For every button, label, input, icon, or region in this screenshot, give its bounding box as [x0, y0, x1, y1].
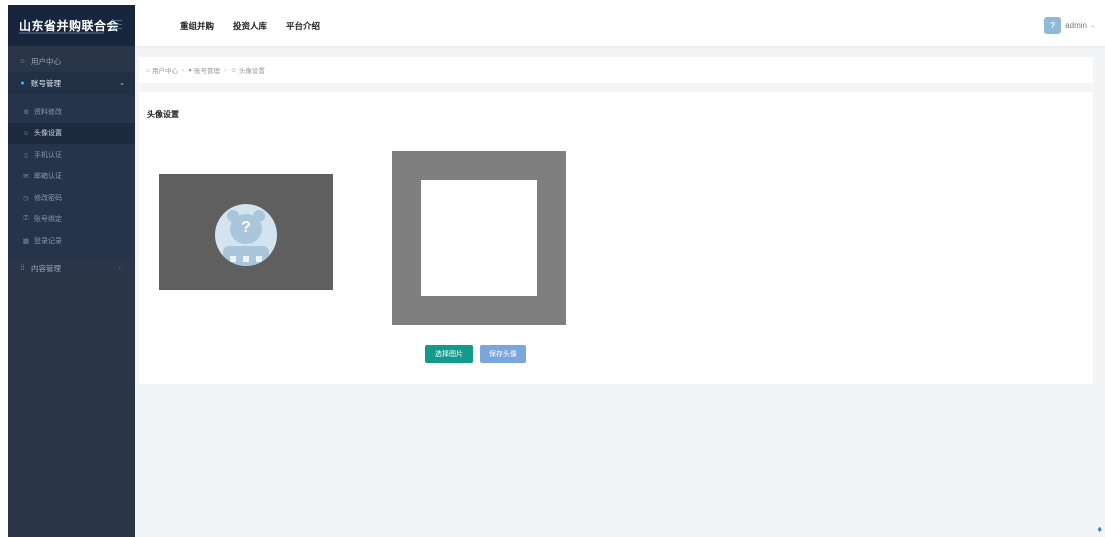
user-icon: ● [20, 80, 25, 87]
sidebar-item-content-mgmt[interactable]: ⁞⁞ 内容管理 ‹ [8, 258, 135, 280]
account-submenu: ⚙ 资料修改 ☺ 头像设置 ▯ 手机认证 ✉ 邮箱认证 ◷ 修改密码 ⚿ 账号绑… [8, 95, 135, 258]
breadcrumb: ⌂ 用户中心 › ● 账号管理 › ☺ 头像设置 [139, 57, 1093, 83]
sidebar-item-label: 账号绑定 [34, 216, 62, 224]
smile-icon: ☺ [22, 129, 30, 137]
chevron-down-icon: ⌄ [1089, 23, 1095, 29]
calendar-icon: ▦ [22, 237, 30, 245]
sidebar-item-label: 登录记录 [34, 237, 62, 245]
smile-icon: ☺ [230, 66, 237, 74]
sidebar-item-avatar-settings[interactable]: ☺ 头像设置 [8, 122, 135, 144]
flame-icon: ♦ [1097, 524, 1102, 534]
user-menu[interactable]: ? admin ⌄ [1044, 17, 1095, 34]
crop-box[interactable] [421, 180, 537, 296]
avatar-preview: ? [159, 174, 333, 290]
default-avatar-image: ? [215, 204, 277, 266]
home-icon: ⌂ [20, 57, 25, 65]
select-image-button[interactable]: 选择图片 [425, 345, 473, 363]
breadcrumb-account[interactable]: 账号管理 [194, 65, 220, 75]
sidebar-item-email-verify[interactable]: ✉ 邮箱认证 [8, 166, 135, 188]
sidebar-item-label: 修改密码 [34, 194, 62, 202]
sidebar-item-profile-edit[interactable]: ⚙ 资料修改 [8, 101, 135, 123]
chevron-down-icon: ⌄ [119, 80, 125, 87]
sidebar-item-label: 内容管理 [31, 264, 61, 273]
crop-area[interactable] [392, 151, 566, 325]
save-avatar-button[interactable]: 保存头像 [480, 345, 526, 363]
breadcrumb-current: 头像设置 [238, 68, 265, 75]
top-nav: 重组并购 投资人库 平台介绍 ? admin ⌄ [135, 5, 1105, 46]
avatar-settings-card: 头像设置 ? 选择图片 保存头像 [139, 92, 1093, 384]
top-nav-investors[interactable]: 投资人库 [233, 20, 267, 32]
menu-icon[interactable] [112, 20, 122, 29]
top-nav-mergers[interactable]: 重组并购 [180, 20, 214, 32]
sidebar-item-label: 账号管理 [31, 79, 61, 88]
page-title: 头像设置 [147, 110, 179, 119]
gear-icon: ⚙ [23, 108, 29, 116]
chevron-left-icon: ‹ [118, 264, 121, 272]
breadcrumb-home[interactable]: 用户中心 [152, 65, 178, 75]
phone-icon: ▯ [24, 151, 28, 159]
sidebar-item-user-center[interactable]: ⌂ 用户中心 [8, 50, 135, 72]
sidebar-item-change-password[interactable]: ◷ 修改密码 [8, 187, 135, 209]
grid-icon: ⁞⁞ [20, 265, 25, 272]
breadcrumb-separator: › [224, 66, 227, 74]
sidebar: 山东省并购联合会 ⌂ 用户中心 ● 账号管理 ⌄ ⚙ 资料修改 ☺ 头像设置 ▯ [8, 5, 135, 537]
user-name: admin [1065, 21, 1087, 30]
sidebar-item-label: 邮箱认证 [34, 173, 62, 181]
lock-icon: ⚿ [23, 215, 29, 223]
breadcrumb-separator: › [181, 66, 185, 74]
clock-icon: ◷ [23, 194, 29, 202]
home-icon: ⌂ [146, 66, 150, 74]
user-icon: ● [188, 66, 193, 74]
brand[interactable]: 山东省并购联合会 [8, 5, 135, 46]
sidebar-item-account-mgmt[interactable]: ● 账号管理 ⌄ [8, 72, 135, 95]
sidebar-item-login-history[interactable]: ▦ 登录记录 [8, 230, 135, 252]
sidebar-item-label: 资料修改 [34, 108, 62, 116]
sidebar-item-label: 手机认证 [34, 151, 62, 159]
sidebar-item-phone-verify[interactable]: ▯ 手机认证 [8, 144, 135, 166]
mail-icon: ✉ [23, 173, 29, 181]
sidebar-item-label: 头像设置 [34, 130, 62, 138]
brand-subtitle-bar [19, 32, 104, 34]
question-icon: ? [241, 219, 251, 236]
sidebar-item-label: 用户中心 [31, 56, 61, 66]
sidebar-item-account-binding[interactable]: ⚿ 账号绑定 [8, 209, 135, 231]
top-nav-platform[interactable]: 平台介绍 [286, 20, 320, 32]
avatar: ? [1044, 17, 1062, 34]
